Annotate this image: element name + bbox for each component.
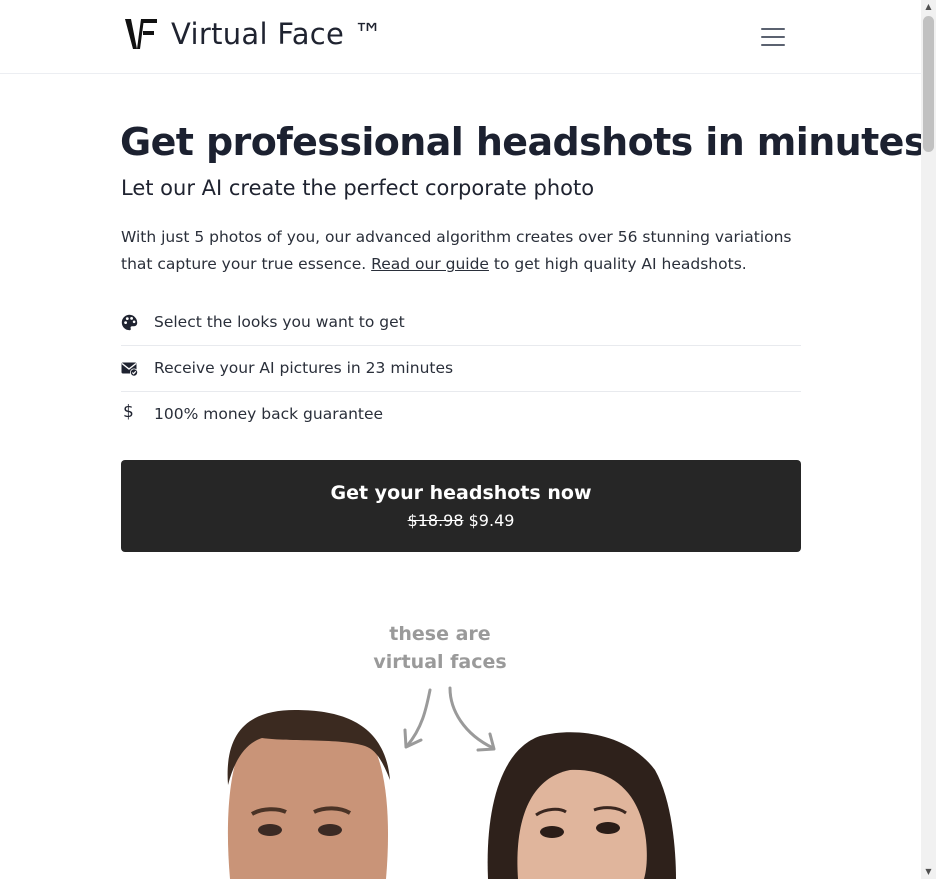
hero-description-tail: to get high quality AI headshots.	[488, 255, 747, 273]
palette-icon	[121, 314, 138, 331]
dollar-icon: $	[123, 402, 134, 422]
feature-text: 100% money back guarantee	[154, 405, 384, 423]
vf-logo-icon	[125, 19, 157, 49]
feature-item: $ 100% money back guarantee	[121, 392, 801, 437]
new-price: $9.49	[468, 511, 515, 530]
read-guide-link[interactable]: Read our guide	[371, 255, 489, 273]
man-face-photo	[227, 710, 390, 879]
feature-item: Receive your AI pictures in 23 minutes	[121, 346, 801, 392]
feature-text: Select the looks you want to get	[154, 313, 405, 331]
hamburger-menu-icon	[761, 28, 785, 30]
scroll-thumb[interactable]	[923, 16, 934, 152]
brand-link[interactable]: Virtual Face ™	[123, 14, 383, 54]
cta-prices: $18.98 $9.49	[121, 511, 801, 530]
menu-toggle-button[interactable]	[758, 23, 788, 51]
feature-text: Receive your AI pictures in 23 minutes	[154, 359, 454, 377]
get-headshots-button[interactable]: Get your headshots now $18.98 $9.49	[121, 460, 801, 552]
virtual-faces-illustration: these are virtual faces	[200, 610, 720, 879]
envelope-check-icon	[121, 360, 138, 377]
old-price: $18.98	[407, 511, 464, 530]
page: Virtual Face ™ Get professional headshot…	[0, 0, 921, 879]
scroll-down-arrow-icon[interactable]: ▼	[921, 865, 936, 879]
cta-label: Get your headshots now	[330, 482, 592, 504]
scroll-up-arrow-icon[interactable]: ▲	[921, 0, 936, 14]
navbar: Virtual Face ™	[0, 0, 921, 74]
feature-item: Select the looks you want to get	[121, 300, 801, 346]
caption-line-1: these are	[389, 623, 491, 645]
arrow-right-icon	[448, 686, 495, 750]
brand-name: Virtual Face ™	[171, 17, 383, 51]
page-subtitle: Let our AI create the perfect corporate …	[121, 176, 595, 200]
faces-caption: these are virtual faces	[360, 620, 520, 676]
feature-list: Select the looks you want to get Receive…	[121, 300, 801, 437]
hero-description: With just 5 photos of you, our advanced …	[121, 224, 811, 278]
vertical-scrollbar[interactable]: ▲ ▼	[921, 0, 936, 879]
caption-line-2: virtual faces	[373, 651, 507, 673]
arrow-left-icon	[405, 688, 432, 748]
page-title: Get professional headshots in minutes	[120, 120, 921, 164]
woman-face-photo	[487, 732, 676, 879]
